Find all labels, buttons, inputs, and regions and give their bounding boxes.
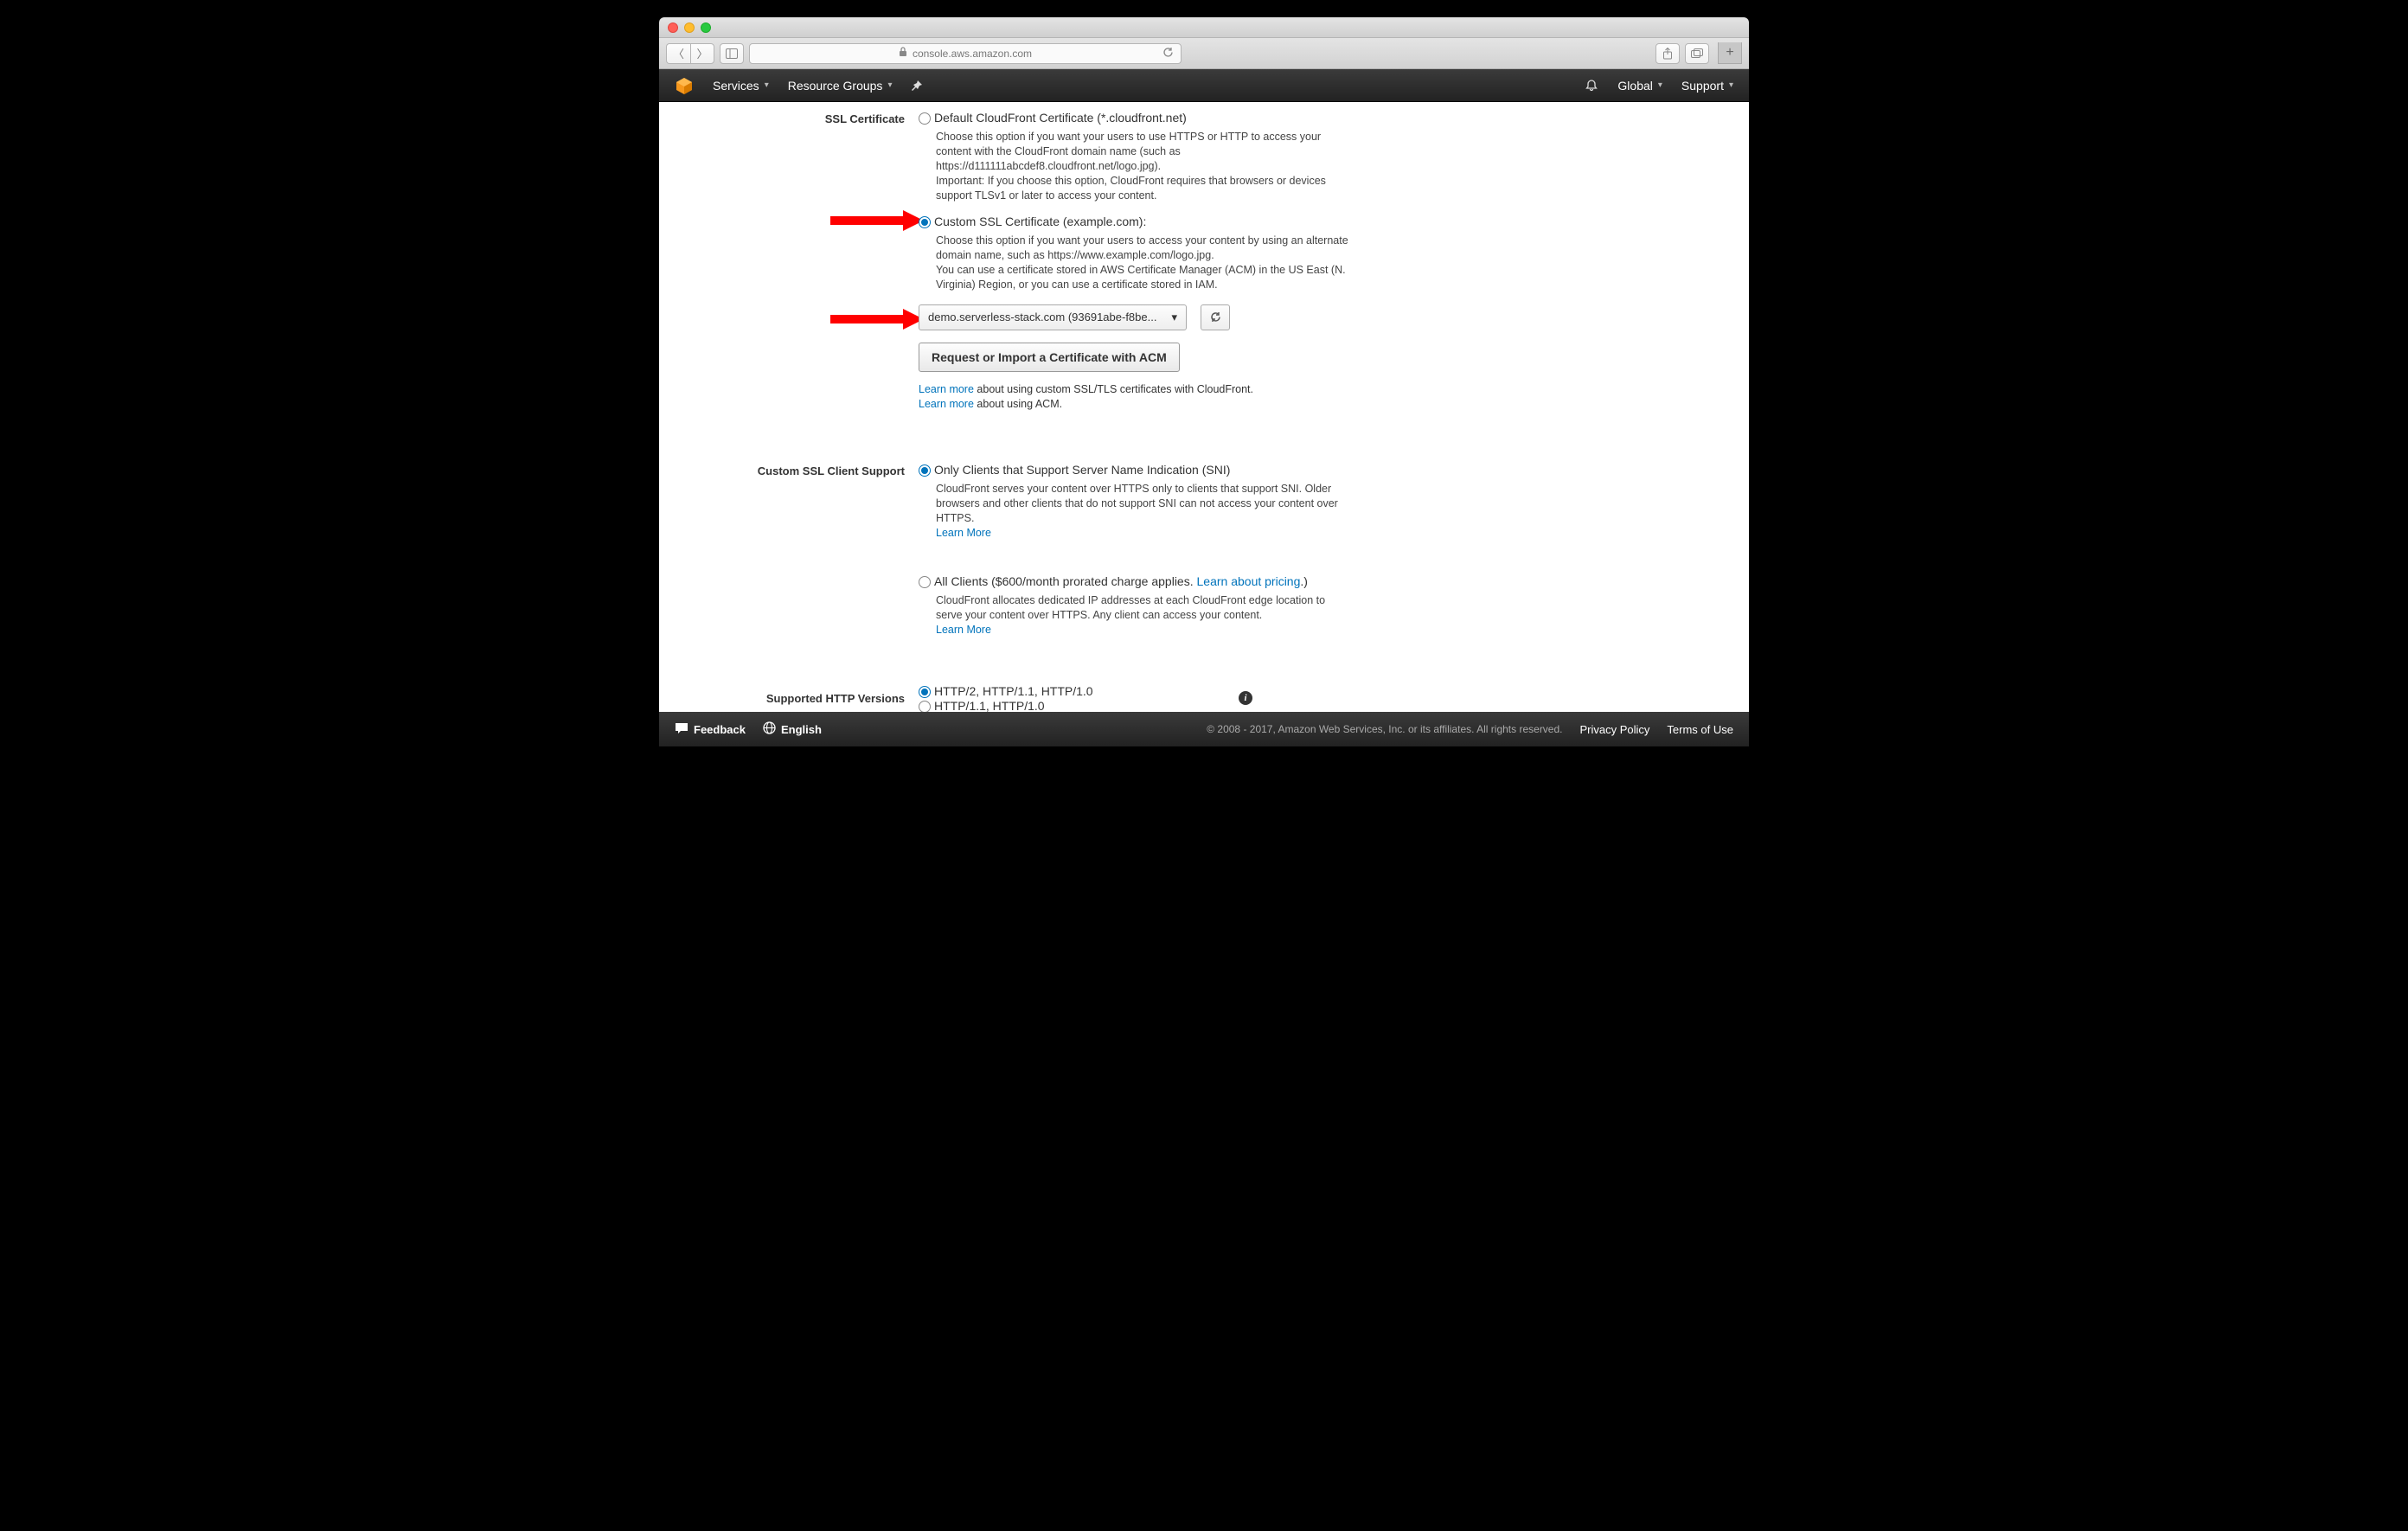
- radio-http11-option[interactable]: HTTP/1.1, HTTP/1.0: [919, 700, 1368, 712]
- radio-default-cert-option[interactable]: Default CloudFront Certificate (*.cloudf…: [919, 111, 1368, 125]
- radio-http11-label: HTTP/1.1, HTTP/1.0: [934, 700, 1045, 712]
- learn-pricing-link[interactable]: Learn about pricing: [1197, 574, 1301, 588]
- learn-more-ssl-link[interactable]: Learn more: [919, 383, 974, 395]
- info-icon[interactable]: i: [1239, 691, 1252, 705]
- window-titlebar: [659, 17, 1749, 38]
- aws-top-nav: Services ▾ Resource Groups ▾ Global ▾ Su…: [659, 69, 1749, 102]
- request-import-acm-button[interactable]: Request or Import a Certificate with ACM: [919, 343, 1180, 372]
- window-close-button[interactable]: [668, 22, 678, 33]
- caret-down-icon: ▾: [1729, 80, 1733, 90]
- all-clients-label-pre: All Clients ($600/month prorated charge …: [934, 574, 1197, 588]
- nav-resource-groups[interactable]: Resource Groups ▾: [788, 79, 893, 93]
- radio-http11[interactable]: [919, 701, 931, 712]
- nav-services[interactable]: Services ▾: [713, 79, 769, 93]
- browser-toolbar: 〈 〉 console.aws.amazon.com +: [659, 38, 1749, 69]
- footer-language[interactable]: English: [763, 721, 822, 737]
- new-tab-button[interactable]: +: [1718, 42, 1742, 64]
- certificate-select-value: demo.serverless-stack.com (93691abe-f8be…: [928, 311, 1156, 323]
- aws-footer: Feedback English © 2008 - 2017, Amazon W…: [659, 712, 1749, 746]
- radio-custom-cert[interactable]: [919, 216, 931, 228]
- label-ssl-certificate: SSL Certificate: [659, 111, 919, 125]
- label-ssl-client-support: Custom SSL Client Support: [659, 463, 919, 477]
- sni-learn-more-link[interactable]: Learn More: [936, 527, 991, 539]
- learn-more-acm-tail: about using ACM.: [974, 398, 1062, 410]
- radio-all-clients-option[interactable]: All Clients ($600/month prorated charge …: [919, 574, 1368, 588]
- learn-more-acm-link[interactable]: Learn more: [919, 398, 974, 410]
- back-button[interactable]: 〈: [666, 43, 690, 64]
- radio-all-clients[interactable]: [919, 576, 931, 588]
- window-minimize-button[interactable]: [684, 22, 695, 33]
- radio-default-cert-label: Default CloudFront Certificate (*.cloudf…: [934, 111, 1187, 125]
- footer-terms-link[interactable]: Terms of Use: [1667, 723, 1733, 736]
- caret-down-icon: ▾: [1658, 80, 1662, 90]
- all-clients-learn-more-link[interactable]: Learn More: [936, 624, 991, 636]
- nav-resource-groups-label: Resource Groups: [788, 79, 883, 93]
- footer-copyright: © 2008 - 2017, Amazon Web Services, Inc.…: [1207, 723, 1562, 735]
- chevron-down-icon: ▾: [1171, 311, 1177, 324]
- caret-down-icon: ▾: [887, 80, 892, 90]
- radio-http2-label: HTTP/2, HTTP/1.1, HTTP/1.0: [934, 684, 1093, 698]
- all-clients-label-post: .): [1300, 574, 1308, 588]
- speech-bubble-icon: [675, 722, 688, 737]
- window-zoom-button[interactable]: [701, 22, 711, 33]
- nav-notifications-icon[interactable]: [1585, 79, 1598, 93]
- default-cert-description: Choose this option if you want your user…: [936, 130, 1334, 202]
- sidebar-button[interactable]: [720, 43, 744, 64]
- nav-pin-icon[interactable]: [911, 80, 923, 92]
- nav-support-label: Support: [1681, 79, 1724, 93]
- all-clients-description-text: CloudFront allocates dedicated IP addres…: [936, 594, 1325, 621]
- request-import-acm-label: Request or Import a Certificate with ACM: [932, 350, 1167, 364]
- refresh-certificates-button[interactable]: [1201, 304, 1230, 330]
- nav-support[interactable]: Support ▾: [1681, 79, 1733, 93]
- sni-description: CloudFront serves your content over HTTP…: [936, 482, 1351, 541]
- forward-button[interactable]: 〉: [690, 43, 714, 64]
- radio-sni-label: Only Clients that Support Server Name In…: [934, 463, 1230, 477]
- radio-sni[interactable]: [919, 464, 931, 477]
- cloudfront-settings-page: SSL Certificate Default CloudFront Certi…: [659, 102, 1749, 712]
- radio-default-cert[interactable]: [919, 112, 931, 125]
- reload-icon[interactable]: [1162, 47, 1174, 61]
- learn-more-block: Learn more about using custom SSL/TLS ce…: [919, 382, 1368, 413]
- learn-more-ssl-tail: about using custom SSL/TLS certificates …: [974, 383, 1253, 395]
- radio-sni-option[interactable]: Only Clients that Support Server Name In…: [919, 463, 1368, 477]
- certificate-select[interactable]: demo.serverless-stack.com (93691abe-f8be…: [919, 304, 1187, 330]
- globe-icon: [763, 721, 776, 737]
- tabs-button[interactable]: [1685, 43, 1709, 64]
- caret-down-icon: ▾: [765, 80, 769, 90]
- label-http-versions: Supported HTTP Versions: [659, 692, 919, 705]
- footer-privacy-link[interactable]: Privacy Policy: [1580, 723, 1650, 736]
- address-bar[interactable]: console.aws.amazon.com: [749, 43, 1182, 64]
- aws-logo-icon[interactable]: [675, 76, 694, 95]
- radio-http2[interactable]: [919, 686, 931, 698]
- footer-feedback-label: Feedback: [694, 723, 746, 736]
- radio-http2-option[interactable]: HTTP/2, HTTP/1.1, HTTP/1.0: [919, 684, 1368, 698]
- lock-icon: [899, 47, 907, 60]
- share-button[interactable]: [1656, 43, 1680, 64]
- nav-region[interactable]: Global ▾: [1617, 79, 1662, 93]
- footer-language-label: English: [781, 723, 822, 736]
- url-host: console.aws.amazon.com: [913, 48, 1032, 60]
- radio-all-clients-label: All Clients ($600/month prorated charge …: [934, 574, 1308, 588]
- radio-custom-cert-label: Custom SSL Certificate (example.com):: [934, 215, 1146, 228]
- all-clients-description: CloudFront allocates dedicated IP addres…: [936, 593, 1351, 637]
- nav-services-label: Services: [713, 79, 759, 93]
- custom-cert-description: Choose this option if you want your user…: [936, 234, 1351, 292]
- sni-description-text: CloudFront serves your content over HTTP…: [936, 483, 1338, 524]
- radio-custom-cert-option[interactable]: Custom SSL Certificate (example.com):: [919, 215, 1368, 228]
- nav-region-label: Global: [1617, 79, 1652, 93]
- footer-feedback[interactable]: Feedback: [675, 722, 746, 737]
